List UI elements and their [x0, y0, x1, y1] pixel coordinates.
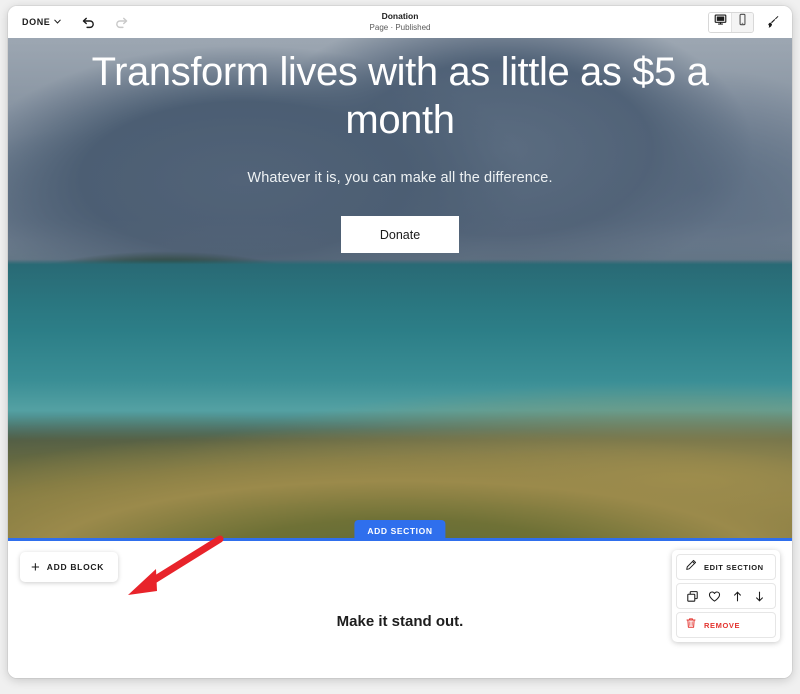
hero-subheading: Whatever it is, you can make all the dif…	[247, 170, 553, 186]
plus-icon: +	[31, 558, 40, 576]
heart-icon[interactable]	[706, 587, 724, 605]
viewport-switcher	[708, 11, 754, 33]
chevron-down-icon	[54, 18, 62, 26]
add-section-button[interactable]: ADD SECTION	[354, 520, 446, 541]
page-canvas: Transform lives with as little as $5 a m…	[8, 38, 792, 678]
donate-button[interactable]: Donate	[341, 216, 459, 253]
add-block-button[interactable]: + ADD BLOCK	[20, 552, 119, 582]
desktop-view-button[interactable]	[709, 12, 731, 32]
editor-toolbar: DONE Donation Page · Published	[8, 6, 792, 38]
hero-content: Transform lives with as little as $5 a m…	[8, 38, 792, 541]
toolbar-left-group: DONE	[18, 12, 131, 32]
remove-section-button[interactable]: REMOVE	[676, 612, 776, 638]
done-button[interactable]: DONE	[18, 14, 65, 30]
done-button-label: DONE	[22, 17, 51, 27]
section-action-row	[676, 583, 776, 609]
hero-heading: Transform lives with as little as $5 a m…	[91, 50, 709, 142]
hero-section[interactable]: Transform lives with as little as $5 a m…	[8, 38, 792, 541]
page-title: Donation	[381, 11, 419, 21]
duplicate-icon[interactable]	[683, 587, 701, 605]
mobile-view-button[interactable]	[731, 12, 753, 32]
second-section[interactable]: + ADD BLOCK Make it stand out. EDIT SECT…	[8, 541, 792, 678]
page-status: Page · Published	[369, 23, 431, 32]
undo-icon[interactable]	[78, 12, 98, 32]
site-editor-window: DONE Donation Page · Published Transform…	[8, 6, 792, 678]
arrow-up-icon[interactable]	[728, 587, 746, 605]
remove-section-label: REMOVE	[704, 620, 741, 630]
section-tools-panel: EDIT SECTION REMOVE	[672, 550, 780, 642]
desktop-icon	[714, 13, 727, 31]
toolbar-right-group	[708, 11, 782, 33]
trash-icon	[685, 616, 697, 634]
edit-section-label: EDIT SECTION	[704, 562, 764, 572]
paintbrush-icon[interactable]	[762, 12, 782, 32]
add-block-label: ADD BLOCK	[46, 562, 105, 572]
redo-icon[interactable]	[111, 12, 131, 32]
pencil-icon	[685, 558, 697, 576]
arrow-down-icon[interactable]	[751, 587, 769, 605]
mobile-icon	[736, 13, 749, 31]
edit-section-button[interactable]: EDIT SECTION	[676, 554, 776, 580]
